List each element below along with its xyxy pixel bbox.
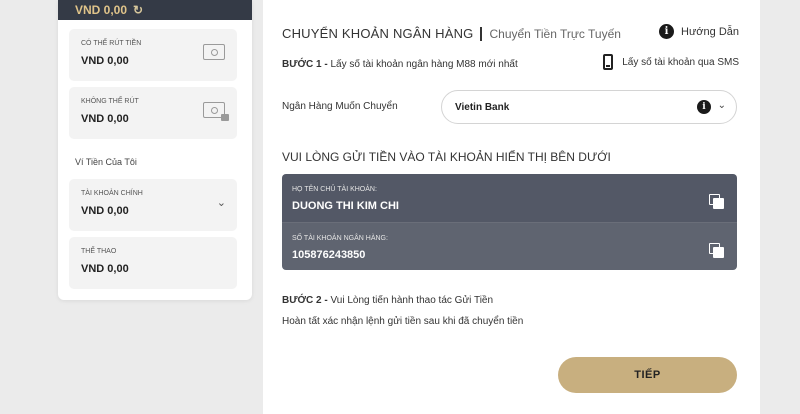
transfer-panel: Chuyển Khoản Ngân Hàng Chuyển Tiền Trực … — [263, 0, 760, 414]
transfer-header: Chuyển Khoản Ngân Hàng Chuyển Tiền Trực … — [282, 26, 621, 41]
account-holder-label: Họ tên chủ tài khoản: — [292, 186, 377, 193]
withdrawable-amount: VND 0,00 — [81, 55, 129, 67]
account-holder-value: DUONG THI KIM CHI — [292, 200, 399, 212]
title-divider — [480, 26, 483, 41]
cash-icon — [203, 44, 225, 60]
copy-icon[interactable] — [709, 243, 725, 259]
step1-description: Lấy số tài khoản ngân hàng M88 mới nhất — [330, 59, 518, 70]
page-title: Chuyển Khoản Ngân Hàng — [282, 26, 474, 41]
bank-selected-value: Vietin Bank — [455, 101, 510, 113]
account-number-label: Số tài khoản ngân hàng: — [292, 235, 388, 242]
info-icon: i — [659, 24, 674, 39]
my-wallet-title: Ví Tiền Của Tôi — [75, 157, 137, 167]
guide-label: Hướng Dẫn — [681, 25, 739, 38]
step1-text: BƯỚC 1 - Lấy số tài khoản ngân hàng M88 … — [282, 59, 518, 70]
sms-account-link[interactable]: Lấy số tài khoản qua SMS — [603, 54, 739, 70]
sports-amount: VND 0,00 — [81, 263, 129, 275]
chevron-down-icon[interactable]: ⌄ — [217, 196, 226, 209]
bank-select-label: Ngân Hàng Muốn Chuyển — [282, 101, 398, 112]
next-button[interactable]: TIẾP — [558, 357, 737, 393]
non-withdrawable-label: Không thể rút — [81, 98, 139, 105]
bank-select[interactable]: Vietin Bank i ⌄ — [441, 90, 737, 124]
wallet-card-main-account[interactable]: Tài khoản chính VND 0,00 ⌄ — [69, 179, 237, 231]
wallet-card-sports: Thể thao VND 0,00 — [69, 237, 237, 289]
wallet-balance: VND 0,00 — [75, 3, 128, 17]
chevron-down-icon: ⌄ — [717, 100, 726, 111]
deposit-heading: Vui lòng gửi tiền vào tài khoản hiển thị… — [282, 150, 611, 164]
main-account-amount: VND 0,00 — [81, 205, 129, 217]
copy-icon[interactable] — [709, 194, 725, 210]
wallet-card-non-withdrawable: Không thể rút VND 0,00 — [69, 87, 237, 139]
account-number-value: 105876243850 — [292, 249, 366, 261]
non-withdrawable-amount: VND 0,00 — [81, 113, 129, 125]
sports-label: Thể thao — [81, 248, 117, 255]
wallet-balance-bar: VND 0,00 ↻ — [58, 0, 252, 20]
step2-description: Vui Lòng tiến hành thao tác Gửi Tiền — [330, 295, 494, 306]
main-account-label: Tài khoản chính — [81, 190, 143, 197]
step2-prefix: BƯỚC 2 - — [282, 295, 328, 306]
account-details-box: Họ tên chủ tài khoản: DUONG THI KIM CHI … — [282, 174, 737, 270]
confirm-note: Hoàn tất xác nhận lệnh gửi tiền sau khi … — [282, 316, 524, 327]
phone-icon — [603, 54, 614, 70]
sms-label: Lấy số tài khoản qua SMS — [622, 56, 739, 68]
account-number-row: Số tài khoản ngân hàng: 105876243850 — [282, 222, 737, 270]
refresh-icon[interactable]: ↻ — [133, 3, 143, 17]
cash-locked-icon — [203, 102, 229, 121]
guide-link[interactable]: i Hướng Dẫn — [659, 24, 739, 39]
wallet-panel: VND 0,00 ↻ Có thể rút tiền VND 0,00 Khôn… — [58, 0, 252, 300]
wallet-card-withdrawable: Có thể rút tiền VND 0,00 — [69, 29, 237, 81]
account-holder-row: Họ tên chủ tài khoản: DUONG THI KIM CHI — [282, 174, 737, 222]
bank-info-icon[interactable]: i — [697, 100, 711, 114]
page-subtitle: Chuyển Tiền Trực Tuyến — [489, 26, 621, 41]
step2-text: BƯỚC 2 - Vui Lòng tiến hành thao tác Gửi… — [282, 295, 493, 306]
step1-prefix: BƯỚC 1 - — [282, 59, 328, 70]
withdrawable-label: Có thể rút tiền — [81, 40, 142, 47]
